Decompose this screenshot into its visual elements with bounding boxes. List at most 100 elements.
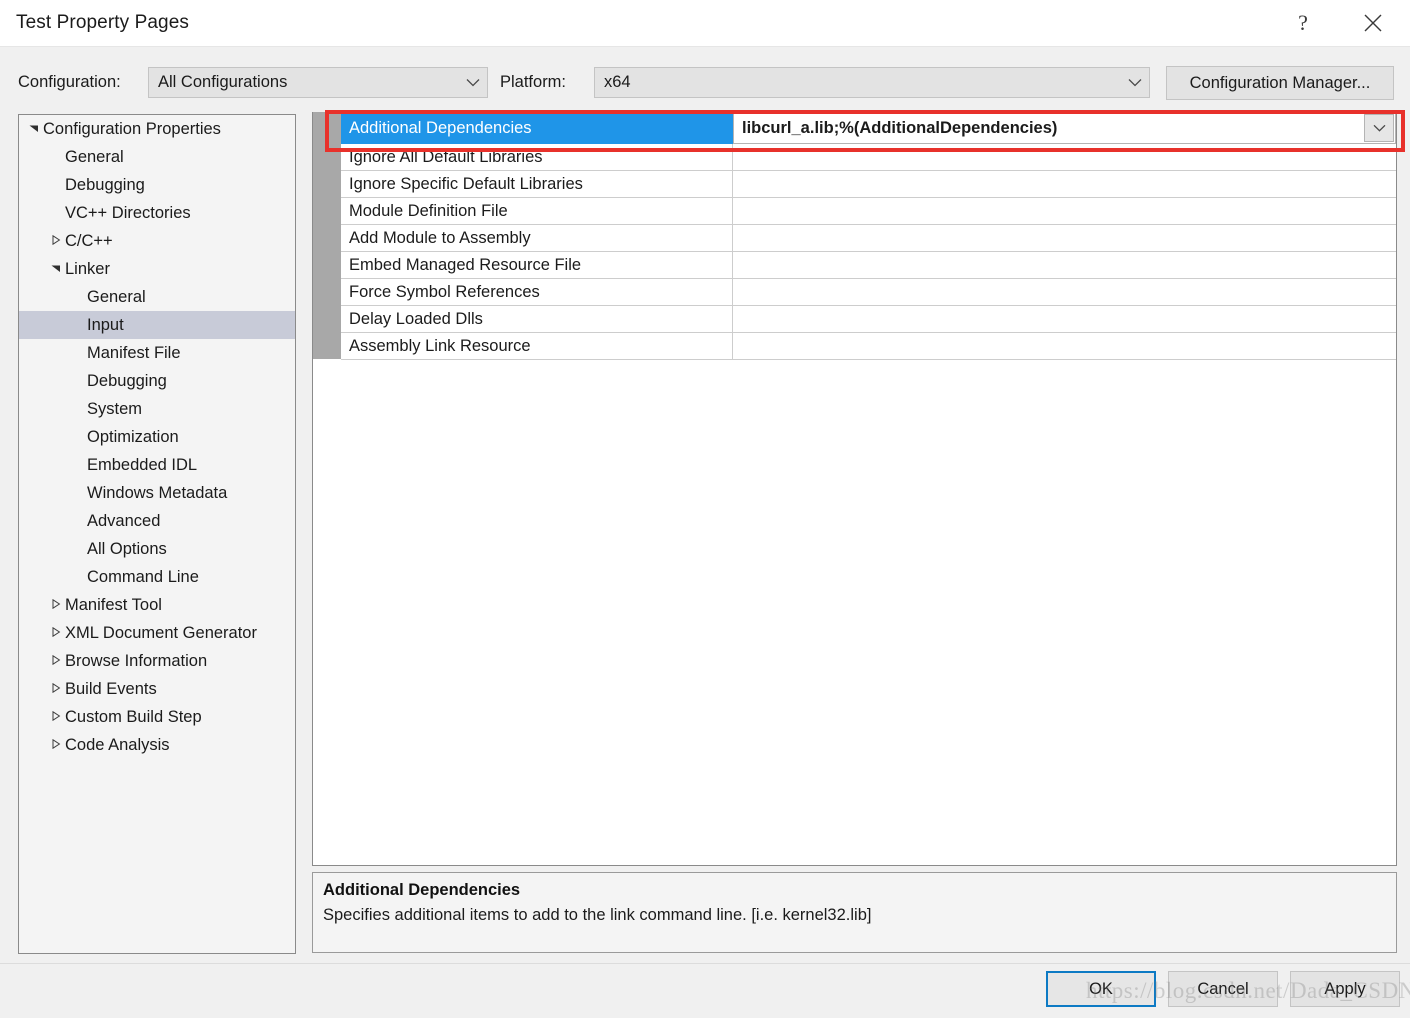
help-button[interactable]: ? xyxy=(1280,0,1326,45)
property-value-text: libcurl_a.lib;%(AdditionalDependencies) xyxy=(742,118,1058,137)
twisty-collapsed-icon[interactable] xyxy=(47,654,65,668)
property-row[interactable]: Ignore All Default Libraries xyxy=(341,144,1396,171)
apply-button[interactable]: Apply xyxy=(1290,971,1400,1007)
property-name[interactable]: Assembly Link Resource xyxy=(341,333,733,359)
property-row[interactable]: Embed Managed Resource File xyxy=(341,252,1396,279)
twisty-expanded-icon[interactable] xyxy=(47,263,65,276)
twisty-collapsed-icon[interactable] xyxy=(47,710,65,724)
property-value-editor[interactable]: libcurl_a.lib;%(AdditionalDependencies) xyxy=(733,112,1396,144)
tree-item-label: Manifest Tool xyxy=(65,595,162,614)
tree-item-command-line[interactable]: Command Line xyxy=(19,563,295,591)
tree-item-debugging[interactable]: Debugging xyxy=(19,367,295,395)
tree-item-label: Command Line xyxy=(87,567,199,586)
tree-item-xml-document-generator[interactable]: XML Document Generator xyxy=(19,619,295,647)
tree-item-general[interactable]: General xyxy=(19,143,295,171)
property-row[interactable]: Ignore Specific Default Libraries xyxy=(341,171,1396,198)
twisty-collapsed-icon[interactable] xyxy=(47,682,65,696)
tree-item-configuration-properties[interactable]: Configuration Properties xyxy=(19,115,295,143)
property-row[interactable]: Delay Loaded Dlls xyxy=(341,306,1396,333)
tree-item-windows-metadata[interactable]: Windows Metadata xyxy=(19,479,295,507)
property-row[interactable]: Force Symbol References xyxy=(341,279,1396,306)
tree-item-label: Advanced xyxy=(87,511,161,530)
tree-item-custom-build-step[interactable]: Custom Build Step xyxy=(19,703,295,731)
configuration-value: All Configurations xyxy=(158,73,288,91)
tree-item-code-analysis[interactable]: Code Analysis xyxy=(19,731,295,759)
tree-item-manifest-tool[interactable]: Manifest Tool xyxy=(19,591,295,619)
property-name[interactable]: Module Definition File xyxy=(341,198,733,224)
description-text: Specifies additional items to add to the… xyxy=(323,906,872,924)
tree-item-label: XML Document Generator xyxy=(65,623,257,642)
chevron-down-icon xyxy=(1373,124,1385,132)
property-name[interactable]: Add Module to Assembly xyxy=(341,225,733,251)
configuration-label: Configuration: xyxy=(18,73,121,91)
twisty-expanded-icon[interactable] xyxy=(25,123,43,136)
property-grid: Additional Dependencies libcurl_a.lib;%(A… xyxy=(312,112,1397,866)
tree-item-optimization[interactable]: Optimization xyxy=(19,423,295,451)
twisty-collapsed-icon[interactable] xyxy=(47,738,65,752)
grid-gutter xyxy=(313,112,341,359)
tree-item-label: Input xyxy=(87,315,124,334)
tree-item-browse-information[interactable]: Browse Information xyxy=(19,647,295,675)
tree-item-label: VC++ Directories xyxy=(65,203,191,222)
property-name[interactable]: Embed Managed Resource File xyxy=(341,252,733,278)
chevron-down-icon xyxy=(459,78,487,87)
property-value[interactable] xyxy=(733,333,1396,359)
window-title: Test Property Pages xyxy=(16,12,189,33)
tree-item-manifest-file[interactable]: Manifest File xyxy=(19,339,295,367)
description-title: Additional Dependencies xyxy=(323,881,521,899)
property-row[interactable]: Assembly Link Resource xyxy=(341,333,1396,360)
property-row[interactable]: Add Module to Assembly xyxy=(341,225,1396,252)
property-name[interactable]: Additional Dependencies xyxy=(341,112,733,144)
tree-item-general[interactable]: General xyxy=(19,283,295,311)
tree-item-label: Linker xyxy=(65,259,110,278)
twisty-collapsed-icon[interactable] xyxy=(47,234,65,248)
configuration-manager-button[interactable]: Configuration Manager... xyxy=(1166,66,1394,100)
configuration-properties-tree[interactable]: Configuration Properties General Debugging… xyxy=(18,114,296,954)
property-value[interactable] xyxy=(733,279,1396,305)
ok-button[interactable]: OK xyxy=(1046,971,1156,1007)
value-dropdown-button[interactable] xyxy=(1364,114,1394,142)
tree-item-label: General xyxy=(87,287,146,306)
tree-item-input[interactable]: Input xyxy=(19,311,295,339)
tree-item-label: All Options xyxy=(87,539,167,558)
property-value[interactable] xyxy=(733,252,1396,278)
tree-item-system[interactable]: System xyxy=(19,395,295,423)
tree-item-label: Custom Build Step xyxy=(65,707,202,726)
tree-item-debugging[interactable]: Debugging xyxy=(19,171,295,199)
property-value[interactable] xyxy=(733,198,1396,224)
chevron-down-icon xyxy=(1121,78,1149,87)
tree-item-linker[interactable]: Linker xyxy=(19,255,295,283)
property-name[interactable]: Ignore Specific Default Libraries xyxy=(341,171,733,197)
tree-item-label: Manifest File xyxy=(87,343,181,362)
platform-dropdown[interactable]: x64 xyxy=(594,67,1150,98)
tree-item-all-options[interactable]: All Options xyxy=(19,535,295,563)
platform-value: x64 xyxy=(604,73,631,91)
property-value[interactable] xyxy=(733,225,1396,251)
property-row[interactable]: Module Definition File xyxy=(341,198,1396,225)
title-bar: Test Property Pages ? xyxy=(0,0,1410,47)
footer-separator xyxy=(0,963,1410,964)
property-name[interactable]: Force Symbol References xyxy=(341,279,733,305)
platform-label: Platform: xyxy=(500,73,567,91)
property-value[interactable] xyxy=(733,306,1396,332)
configuration-dropdown[interactable]: All Configurations xyxy=(148,67,488,98)
property-row[interactable]: Additional Dependencies libcurl_a.lib;%(A… xyxy=(341,112,1396,144)
tree-item-label: Debugging xyxy=(87,371,167,390)
property-name[interactable]: Ignore All Default Libraries xyxy=(341,144,733,170)
property-value[interactable] xyxy=(733,144,1396,170)
tree-item-advanced[interactable]: Advanced xyxy=(19,507,295,535)
close-button[interactable] xyxy=(1350,0,1396,45)
tree-item-label: System xyxy=(87,399,143,418)
twisty-collapsed-icon[interactable] xyxy=(47,598,65,612)
property-name[interactable]: Delay Loaded Dlls xyxy=(341,306,733,332)
cancel-button[interactable]: Cancel xyxy=(1168,971,1278,1007)
tree-item-embedded-idl[interactable]: Embedded IDL xyxy=(19,451,295,479)
tree-item-label: Browse Information xyxy=(65,651,208,670)
twisty-collapsed-icon[interactable] xyxy=(47,626,65,640)
tree-item-c-c[interactable]: C/C++ xyxy=(19,227,295,255)
property-value[interactable] xyxy=(733,171,1396,197)
tree-item-build-events[interactable]: Build Events xyxy=(19,675,295,703)
tree-item-vc-directories[interactable]: VC++ Directories xyxy=(19,199,295,227)
tree-item-label: Embedded IDL xyxy=(87,455,198,474)
tree-item-label: Windows Metadata xyxy=(87,483,228,502)
